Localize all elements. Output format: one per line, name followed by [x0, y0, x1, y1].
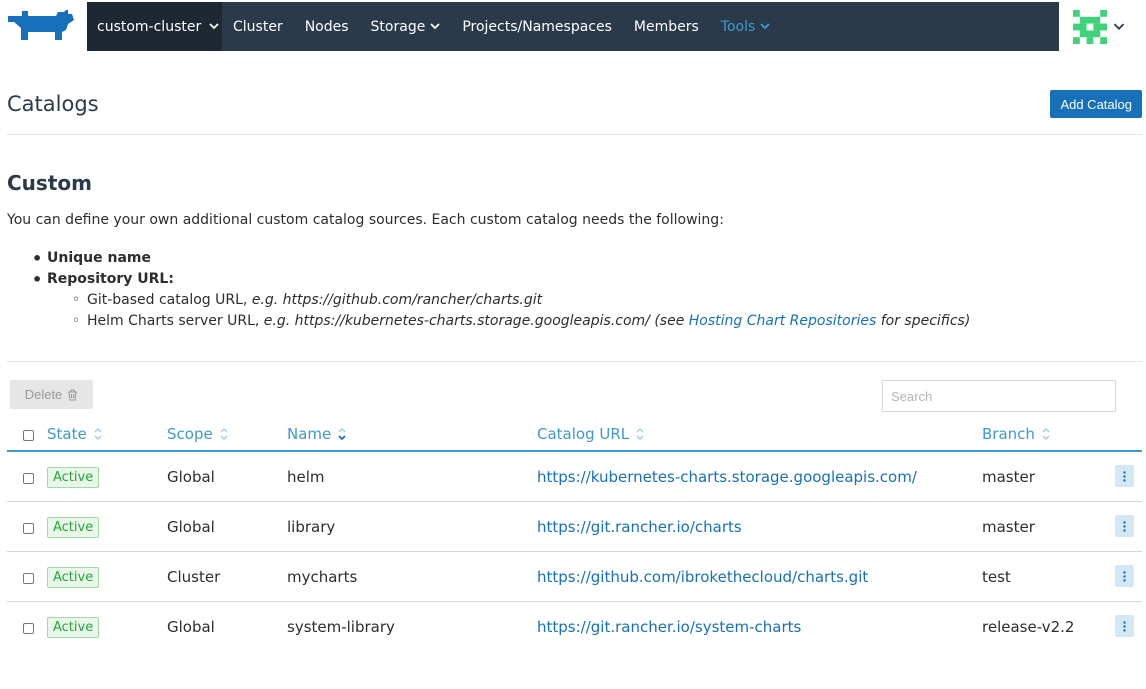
table-header: State Scope Name Catalog URL Branch: [7, 418, 1142, 452]
custom-description: You can define your own additional custo…: [7, 212, 724, 228]
cell-branch: test: [982, 568, 1011, 586]
table-row: Active Global helm https://kubernetes-ch…: [7, 452, 1142, 502]
row-actions-button[interactable]: [1115, 465, 1134, 487]
requirement-label: Repository URL:: [47, 271, 174, 287]
sort-icon: [1042, 427, 1050, 441]
row-checkbox[interactable]: [23, 623, 34, 634]
repo-url-examples: Git-based catalog URL, e.g. https://gith…: [72, 290, 971, 332]
kebab-icon: [1123, 620, 1126, 632]
nav-projects-namespaces[interactable]: Projects/Namespaces: [451, 2, 623, 51]
row-checkbox[interactable]: [23, 523, 34, 534]
column-scope[interactable]: Scope: [167, 425, 229, 443]
git-example: Git-based catalog URL, e.g. https://gith…: [72, 290, 970, 311]
trash-icon: [68, 388, 78, 401]
kebab-icon: [1123, 470, 1126, 482]
table-row: Active Global system-library https://git…: [7, 602, 1142, 652]
delete-label: Delete: [24, 387, 63, 402]
chevron-down-icon: [209, 23, 219, 30]
hosting-chart-repos-link[interactable]: Hosting Chart Repositories: [689, 313, 876, 329]
column-branch[interactable]: Branch: [982, 425, 1051, 443]
cell-name: helm: [287, 468, 325, 486]
column-name[interactable]: Name: [287, 425, 347, 443]
row-actions-button[interactable]: [1115, 565, 1134, 587]
sort-icon: [220, 427, 228, 441]
table-row: Active Cluster mycharts https://github.c…: [7, 552, 1142, 602]
helm-example-suffix: for specifics): [876, 313, 971, 329]
nav-nodes[interactable]: Nodes: [294, 2, 360, 51]
requirement-label: Unique name: [47, 250, 151, 266]
cell-name: system-library: [287, 618, 395, 636]
cell-scope: Cluster: [167, 568, 221, 586]
cell-scope: Global: [167, 468, 215, 486]
nav-tools[interactable]: Tools: [710, 2, 782, 51]
helm-example-label: Helm Charts server URL,: [87, 313, 264, 329]
requirement-unique-name: Unique name: [32, 248, 970, 269]
select-all-checkbox[interactable]: [23, 430, 34, 441]
nav-nodes-label: Nodes: [304, 18, 349, 35]
column-state[interactable]: State: [47, 425, 103, 443]
helm-example-url: e.g. https://kubernetes-charts.storage.g…: [263, 313, 689, 329]
column-scope-label: Scope: [167, 425, 213, 443]
chevron-down-icon: [430, 23, 440, 30]
divider: [7, 134, 1142, 135]
add-catalog-button[interactable]: Add Catalog: [1050, 90, 1142, 118]
status-badge: Active: [47, 567, 100, 588]
row-actions-button[interactable]: [1115, 515, 1134, 537]
row-checkbox[interactable]: [23, 573, 34, 584]
helm-example: Helm Charts server URL, e.g. https://kub…: [72, 311, 971, 332]
cell-catalog-url[interactable]: https://git.rancher.io/charts: [537, 518, 742, 536]
status-badge: Active: [47, 517, 100, 538]
kebab-icon: [1123, 520, 1126, 532]
nav-storage-label: Storage: [370, 18, 426, 35]
chevron-down-icon: [1113, 22, 1125, 30]
nav-projects-label: Projects/Namespaces: [462, 18, 612, 35]
column-branch-label: Branch: [982, 425, 1035, 443]
nav-cluster[interactable]: Cluster: [222, 2, 294, 51]
search-input[interactable]: [882, 380, 1116, 412]
cell-scope: Global: [167, 518, 215, 536]
column-catalog-url[interactable]: Catalog URL: [537, 425, 645, 443]
cell-scope: Global: [167, 618, 215, 636]
nav-storage[interactable]: Storage: [360, 2, 452, 51]
nav-members[interactable]: Members: [623, 2, 710, 51]
nav-tools-label: Tools: [720, 18, 756, 35]
nav-members-label: Members: [633, 18, 699, 35]
table-row: Active Global library https://git.ranche…: [7, 502, 1142, 552]
cell-branch: release-v2.2: [982, 618, 1075, 636]
git-example-label: Git-based catalog URL,: [87, 292, 252, 308]
row-checkbox[interactable]: [23, 473, 34, 484]
cell-branch: master: [982, 518, 1035, 536]
rancher-logo[interactable]: [6, 8, 76, 44]
column-catalog-url-label: Catalog URL: [537, 425, 630, 443]
column-state-label: State: [47, 425, 87, 443]
cell-name: mycharts: [287, 568, 358, 586]
sort-icon: [94, 427, 102, 441]
cell-branch: master: [982, 468, 1035, 486]
divider: [7, 361, 1142, 362]
page-title: Catalogs: [7, 92, 99, 116]
cluster-name: custom-cluster: [97, 18, 202, 35]
top-nav-bar: custom-cluster Cluster Nodes Storage Pro…: [87, 2, 1142, 51]
cell-catalog-url[interactable]: https://github.com/ibrokethecloud/charts…: [537, 568, 868, 586]
cluster-selector[interactable]: custom-cluster: [87, 2, 222, 51]
section-title: Custom: [7, 171, 92, 195]
row-actions-button[interactable]: [1115, 615, 1134, 637]
kebab-icon: [1123, 570, 1126, 582]
user-menu[interactable]: [1058, 2, 1142, 51]
chevron-down-icon: [760, 23, 770, 30]
delete-button[interactable]: Delete: [10, 380, 93, 409]
cell-name: library: [287, 518, 336, 536]
column-name-label: Name: [287, 425, 332, 443]
avatar: [1073, 9, 1107, 44]
git-example-url: e.g. https://github.com/rancher/charts.g…: [251, 292, 543, 308]
cell-catalog-url[interactable]: https://kubernetes-charts.storage.google…: [537, 468, 917, 486]
sort-icon: [636, 427, 644, 441]
cell-catalog-url[interactable]: https://git.rancher.io/system-charts: [537, 618, 801, 636]
nav-cluster-label: Cluster: [233, 18, 283, 35]
status-badge: Active: [47, 617, 100, 638]
status-badge: Active: [47, 467, 100, 488]
requirement-repo-url: Repository URL: Git-based catalog URL, e…: [32, 269, 971, 332]
requirements-list: Unique name Repository URL: Git-based ca…: [32, 248, 971, 332]
sort-ascending-icon: [338, 427, 346, 441]
